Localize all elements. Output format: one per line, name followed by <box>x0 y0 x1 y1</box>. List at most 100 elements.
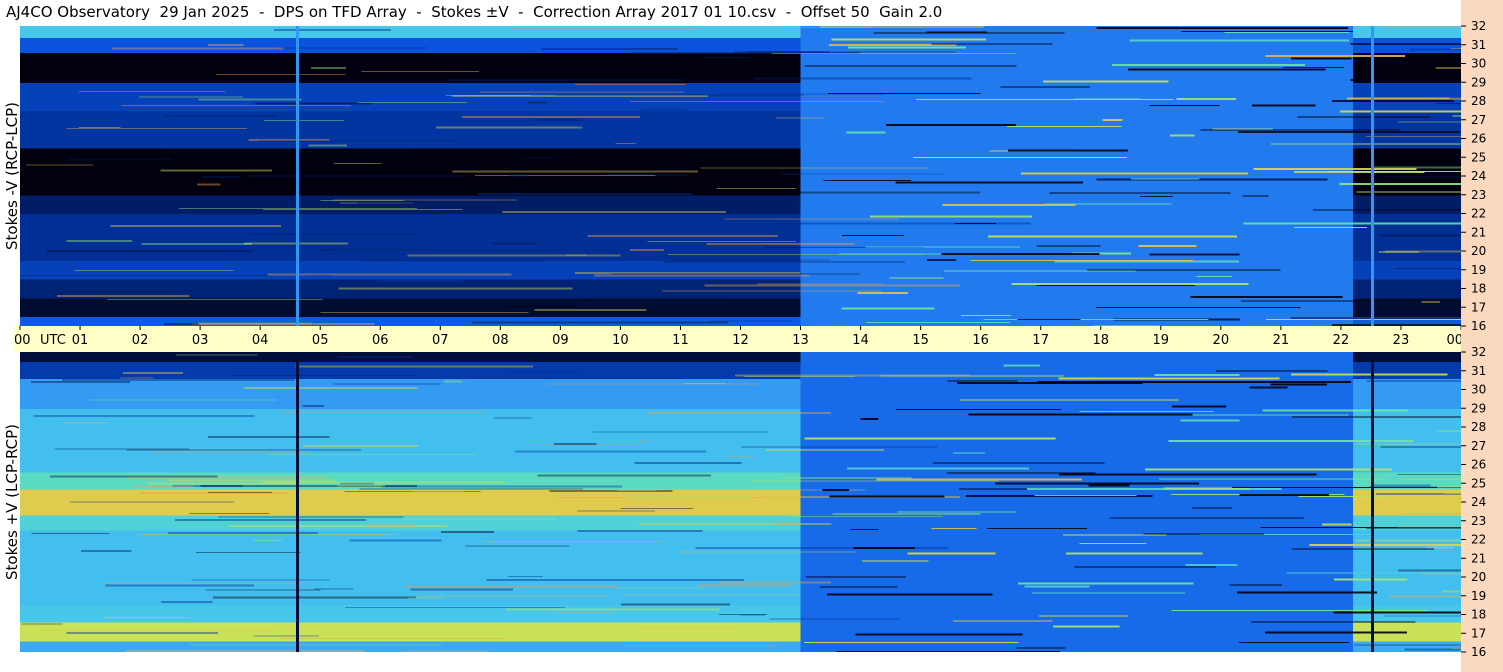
streak-p1-17 <box>769 618 900 620</box>
streak-p1-219 <box>132 485 193 488</box>
streak-p0-104 <box>509 174 528 177</box>
streak-p1-53 <box>218 516 404 518</box>
freq-tick-p0-2: 18 <box>1471 282 1486 296</box>
streak-p0-208 <box>785 191 980 194</box>
streak-p1-164 <box>740 614 766 616</box>
streak-p0-53 <box>889 277 944 279</box>
streak-p0-19 <box>435 126 583 129</box>
streak-p1-152 <box>1404 648 1461 651</box>
panel1-ylabel: Stokes -V (RCP-LCP) <box>2 26 22 326</box>
streak-p0-153 <box>399 244 566 247</box>
streak-p0-151 <box>576 302 725 304</box>
streak-p1-156 <box>1396 526 1461 528</box>
band-p0-s1-b4 <box>1352 213 1461 261</box>
band-p0-s1-b7 <box>1352 110 1461 149</box>
streak-p1-176 <box>1037 380 1241 383</box>
streak-p1-226 <box>1366 528 1461 530</box>
streak-p1-143 <box>281 411 485 413</box>
streak-p0-4 <box>1265 318 1461 320</box>
streak-p0-186 <box>574 84 685 86</box>
band-p0-s1-b8 <box>1352 82 1461 111</box>
streak-p1-181 <box>553 442 597 445</box>
streak-p1-192 <box>365 524 415 527</box>
streak-p0-2 <box>1149 105 1220 107</box>
streak-p0-76 <box>163 115 278 118</box>
streak-p1-207 <box>1436 486 1461 489</box>
streak-p0-141 <box>663 261 905 263</box>
streak-p1-2 <box>1058 473 1317 476</box>
streak-p0-139 <box>1000 86 1091 88</box>
streak-p0-9 <box>682 152 790 155</box>
streak-p0-231 <box>846 131 886 134</box>
streak-p1-212 <box>486 578 745 581</box>
streak-p1-166 <box>1003 364 1041 367</box>
streak-p0-167 <box>865 246 1021 248</box>
streak-p0-16 <box>842 234 905 236</box>
band-p0-s1-b5 <box>1352 194 1461 214</box>
streak-p0-35 <box>1044 203 1172 205</box>
streak-p1-172 <box>31 380 131 383</box>
vertical-spike-p1-0 <box>296 352 300 652</box>
streak-p0-156 <box>753 77 972 80</box>
streak-p1-101 <box>444 380 463 383</box>
band-p1-s1-b9 <box>1352 361 1461 379</box>
freq-tick-p1-4: 20 <box>1471 570 1486 584</box>
streak-p1-65 <box>995 482 1199 485</box>
freq-tick-p1-6: 22 <box>1471 533 1486 547</box>
streak-p1-142 <box>90 399 277 401</box>
streak-p1-154 <box>66 631 219 634</box>
freq-tick-p1-3: 19 <box>1471 589 1486 603</box>
streak-p1-153 <box>822 488 849 491</box>
streak-p1-16 <box>337 356 413 359</box>
streak-p0-74 <box>527 101 548 104</box>
streak-p1-188 <box>853 546 915 549</box>
band-p1-s1-b2 <box>1352 605 1461 623</box>
freq-tick-p1-8: 24 <box>1471 495 1486 509</box>
streak-p0-57 <box>588 182 795 185</box>
streak-p0-100 <box>276 47 427 50</box>
streak-p0-210 <box>1008 149 1129 152</box>
streak-p0-54 <box>593 274 810 277</box>
streak-p1-203 <box>804 641 1019 643</box>
time-tick-8: 08 <box>492 333 509 348</box>
streak-p0-89 <box>578 125 728 128</box>
streak-p1-182 <box>1185 563 1238 566</box>
band-p0-s0-b7 <box>20 110 801 149</box>
streak-p0-176 <box>1328 170 1461 172</box>
streak-p0-111 <box>121 104 351 106</box>
streak-p0-169 <box>1382 176 1461 178</box>
streak-p0-142 <box>1435 103 1461 105</box>
streak-p0-209 <box>983 319 1209 321</box>
streak-p1-87 <box>1032 592 1185 594</box>
streak-p1-83 <box>719 581 831 584</box>
streak-p0-127 <box>944 270 1136 272</box>
streak-p0-217 <box>647 240 796 242</box>
streak-p0-50 <box>254 102 371 105</box>
streak-p0-155 <box>1449 96 1461 99</box>
freq-tick-p0-1: 17 <box>1471 300 1486 314</box>
streak-p0-80 <box>1196 275 1232 277</box>
freq-tick-p1-11: 27 <box>1471 439 1486 453</box>
streak-p1-200 <box>189 512 270 514</box>
streak-p0-150 <box>1366 136 1461 138</box>
streak-p0-110 <box>217 249 332 252</box>
streak-p0-229 <box>703 56 751 58</box>
streak-p0-22 <box>1350 43 1461 46</box>
streak-p1-46 <box>278 637 506 639</box>
streak-p0-75 <box>912 156 1128 158</box>
streak-p1-68 <box>1249 386 1288 389</box>
freq-tick-p0-16: 32 <box>1471 19 1486 33</box>
streak-p1-193 <box>49 475 218 478</box>
streak-p0-228 <box>612 273 860 275</box>
streak-p1-220 <box>897 511 1017 513</box>
streak-p0-48 <box>245 233 419 235</box>
streak-p0-108 <box>848 46 966 49</box>
streak-p0-233 <box>776 117 825 119</box>
band-p0-s1-b3 <box>1352 260 1461 280</box>
streak-p0-61 <box>873 32 1065 34</box>
streak-p1-71 <box>1383 615 1461 617</box>
streak-p1-238 <box>862 560 929 562</box>
band-p0-s0-b5 <box>20 194 801 214</box>
streak-p1-125 <box>557 612 613 614</box>
streak-p0-84 <box>895 181 1084 184</box>
